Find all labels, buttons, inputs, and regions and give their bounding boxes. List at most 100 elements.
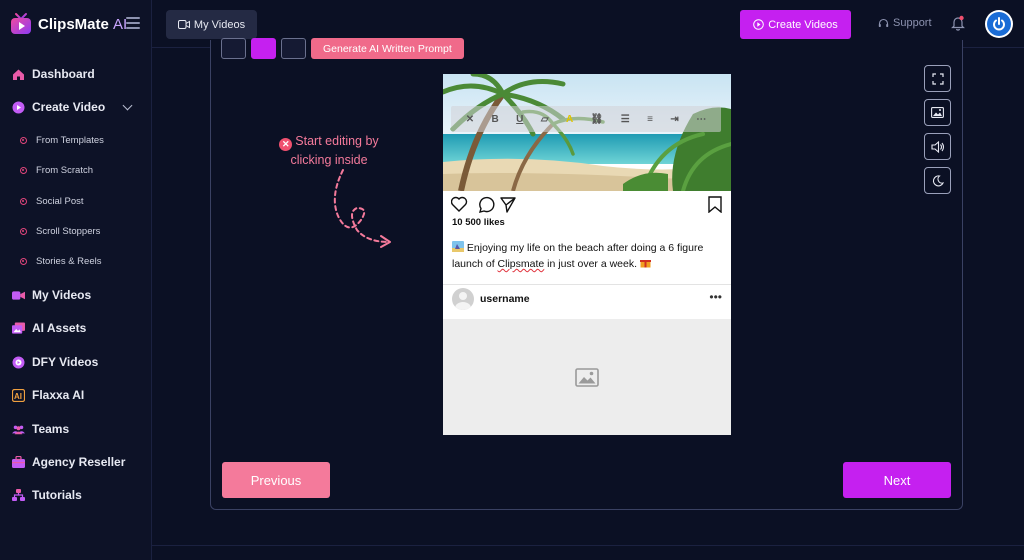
sidebar-item-flaxxa-ai[interactable]: AI Flaxxa AI (12, 388, 84, 402)
sidebar: ClipsMate AI Dashboard Create Video From… (0, 0, 152, 560)
svg-text:AI: AI (14, 392, 22, 401)
previous-button[interactable]: Previous (222, 462, 330, 498)
text-format-toolbar[interactable]: ✕ B U ▱ A ⛓ ☰ ≡ ⇥ ⋯ (451, 106, 721, 132)
image-button[interactable] (924, 99, 951, 126)
generate-ai-prompt-button[interactable]: Generate AI Written Prompt (311, 38, 464, 59)
caption-brand: Clipsmate (497, 258, 545, 270)
moon-icon (932, 174, 944, 186)
menu-toggle-icon[interactable] (126, 17, 140, 29)
notifications-bell-icon[interactable] (951, 15, 965, 36)
sidebar-item-label: DFY Videos (32, 355, 99, 369)
create-videos-button[interactable]: Create Videos (740, 10, 851, 39)
clipsmate-logo-icon (11, 13, 31, 34)
more-options-icon[interactable]: ••• (709, 290, 722, 304)
share-icon[interactable] (500, 197, 516, 213)
align-icon[interactable]: ≡ (647, 114, 653, 125)
home-icon (12, 68, 25, 81)
sidebar-item-create-video[interactable]: Create Video (12, 100, 105, 114)
hint-line-1: Start editing by (295, 134, 379, 148)
sidebar-item-label: Create Video (32, 100, 106, 114)
support-label: Support (893, 17, 932, 29)
sidebar-item-agency-reseller[interactable]: Agency Reseller (12, 455, 125, 469)
list-icon[interactable]: ☰ (621, 114, 630, 125)
beach-image[interactable] (443, 74, 731, 191)
video-camera-icon (12, 289, 25, 302)
sidebar-item-label: Scroll Stoppers (36, 226, 101, 237)
close-circle-icon: ✕ (279, 137, 293, 151)
play-circle-icon (753, 19, 765, 30)
more-options-icon[interactable]: ⋯ (696, 114, 706, 125)
sidebar-item-label: Social Post (36, 196, 84, 207)
sidebar-subitem-from-templates[interactable]: From Templates (20, 135, 104, 146)
beach-emoji-icon (452, 241, 464, 252)
sidebar-item-label: From Templates (36, 135, 104, 146)
sidebar-subitem-social-post[interactable]: Social Post (20, 196, 84, 207)
hint-line-2: clicking inside (290, 152, 368, 167)
sidebar-item-tutorials[interactable]: Tutorials (12, 488, 82, 502)
dark-mode-toggle[interactable] (924, 167, 951, 194)
image-placeholder[interactable] (443, 319, 731, 435)
create-videos-label: Create Videos (768, 18, 838, 31)
curly-arrow-icon (333, 169, 391, 248)
side-tools (924, 65, 951, 194)
fullscreen-button[interactable] (924, 65, 951, 92)
editor-toolbar: Generate AI Written Prompt (221, 38, 464, 59)
my-videos-label: My Videos (193, 18, 246, 31)
link-icon[interactable]: ⛓ (591, 114, 604, 125)
user-power-avatar[interactable] (985, 10, 1013, 38)
indent-icon[interactable]: ⇥ (670, 114, 678, 125)
next-button[interactable]: Next (843, 462, 951, 498)
images-icon (12, 321, 25, 335)
audio-button[interactable] (924, 133, 951, 160)
grid-layout-button[interactable] (221, 38, 246, 59)
post-caption[interactable]: Enjoying my life on the beach after doin… (452, 240, 724, 272)
footer-divider (152, 545, 1024, 546)
gift-emoji-icon (639, 260, 651, 268)
post-divider (443, 284, 731, 285)
text-color-icon[interactable]: A (566, 114, 573, 125)
clear-format-icon[interactable]: ✕ (466, 114, 474, 125)
bullet-icon (20, 198, 27, 205)
list-layout-button[interactable] (281, 38, 306, 59)
comment-icon[interactable] (478, 196, 495, 213)
play-circle-icon (12, 356, 25, 369)
bullet-icon (20, 137, 27, 144)
sidebar-item-dashboard[interactable]: Dashboard (12, 67, 95, 81)
chevron-down-icon[interactable] (122, 100, 133, 111)
sidebar-item-dfy-videos[interactable]: DFY Videos (12, 355, 98, 369)
sidebar-subitem-scroll-stoppers[interactable]: Scroll Stoppers (20, 226, 100, 237)
eraser-icon[interactable]: ▱ (541, 114, 549, 125)
sidebar-subitem-stories-reels[interactable]: Stories & Reels (20, 256, 101, 267)
sidebar-item-ai-assets[interactable]: AI Assets (12, 321, 86, 335)
avatar[interactable] (452, 288, 474, 310)
post-actions (451, 196, 722, 213)
bold-icon[interactable]: B (492, 114, 499, 125)
username[interactable]: username (480, 293, 530, 305)
sidebar-item-teams[interactable]: Teams (12, 422, 69, 436)
network-icon (12, 488, 25, 502)
heart-icon[interactable] (451, 196, 468, 212)
sidebar-subitem-from-scratch[interactable]: From Scratch (20, 165, 93, 176)
underline-icon[interactable]: U (516, 114, 523, 125)
headset-icon (878, 18, 889, 27)
bullet-icon (20, 167, 27, 174)
likes-count: 10 500 likes (452, 217, 505, 228)
instagram-layout-button[interactable] (251, 38, 276, 59)
sidebar-item-label: Tutorials (32, 488, 82, 502)
sidebar-item-label: Stories & Reels (36, 256, 102, 267)
support-link[interactable]: Support (878, 17, 932, 29)
bookmark-icon[interactable] (708, 196, 722, 213)
app-logo[interactable]: ClipsMate AI (10, 12, 127, 36)
my-videos-button[interactable]: My Videos (166, 10, 257, 39)
sidebar-item-label: Agency Reseller (32, 455, 126, 469)
sidebar-item-label: From Scratch (36, 165, 94, 176)
post-editor-panel: Generate AI Written Prompt ✕ Start editin… (210, 38, 963, 510)
sidebar-item-my-videos[interactable]: My Videos (12, 288, 91, 302)
bullet-icon (20, 228, 27, 235)
power-icon (993, 17, 1005, 31)
play-circle-icon (12, 101, 25, 114)
expand-icon (931, 72, 944, 85)
sidebar-item-label: Dashboard (32, 67, 95, 81)
instagram-post-preview[interactable]: ✕ B U ▱ A ⛓ ☰ ≡ ⇥ ⋯ 10 500 likes Enjoyin… (443, 74, 731, 435)
bullet-icon (20, 258, 27, 265)
